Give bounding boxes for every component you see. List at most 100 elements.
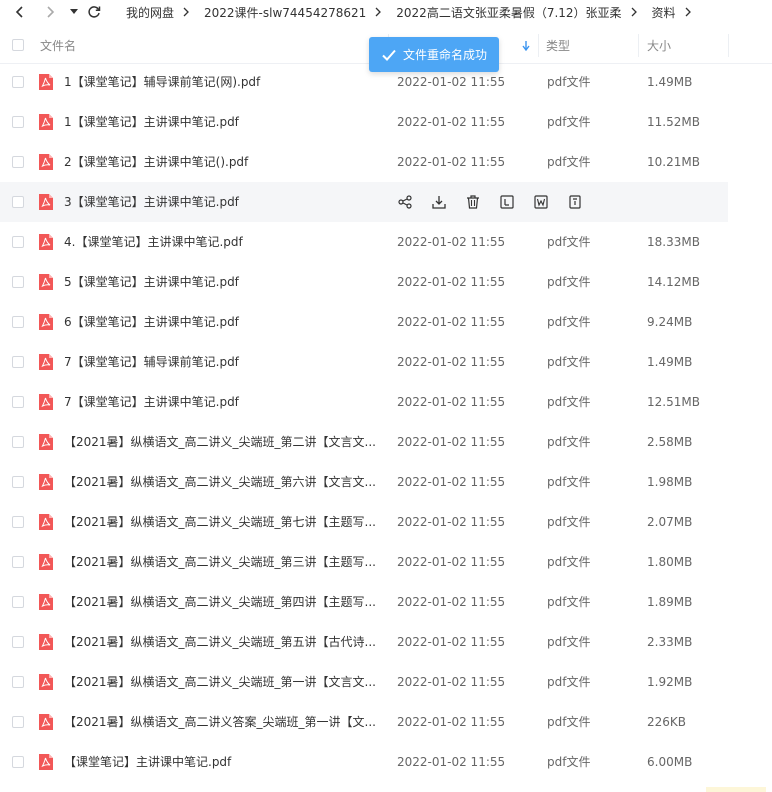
row-checkbox[interactable] <box>12 596 24 608</box>
file-row[interactable]: 【2021暑】纵横语文_高二讲义_尖端班_第一讲【文言文... 2022-01-0… <box>0 662 728 702</box>
file-size: 1.80MB <box>647 555 693 569</box>
row-checkbox[interactable] <box>12 716 24 728</box>
file-date: 2022-01-02 11:55 <box>397 235 506 249</box>
pdf-file-icon <box>38 393 54 411</box>
file-row[interactable]: 【2021暑】纵横语文_高二讲义_尖端班_第三讲【主题写... 2022-01-0… <box>0 542 728 582</box>
breadcrumb-item[interactable]: 资料 <box>644 4 684 21</box>
word-icon[interactable] <box>532 193 550 211</box>
more-icon[interactable] <box>566 193 584 211</box>
file-name[interactable]: 2【课堂笔记】主讲课中笔记().pdf <box>64 142 380 182</box>
file-row[interactable]: 1【课堂笔记】辅导课前笔记(网).pdf 2022-01-02 11:55 pdf文… <box>0 62 728 102</box>
forward-button[interactable] <box>40 2 60 22</box>
file-row[interactable]: 6【课堂笔记】主讲课中笔记.pdf 2022-01-02 11:55 pdf文件 9.… <box>0 302 728 342</box>
file-size: 9.24MB <box>647 315 693 329</box>
file-date: 2022-01-02 11:55 <box>397 315 506 329</box>
breadcrumb-item[interactable]: 2022高二语文张亚柔暑假（7.12）张亚柔 <box>388 4 629 21</box>
rename-icon[interactable] <box>498 193 516 211</box>
file-row[interactable]: 5【课堂笔记】主讲课中笔记.pdf 2022-01-02 11:55 pdf文件 14… <box>0 262 728 302</box>
row-checkbox[interactable] <box>12 516 24 528</box>
file-row[interactable]: 4.【课堂笔记】主讲课中笔记.pdf 2022-01-02 11:55 pdf文件 1… <box>0 222 728 262</box>
row-checkbox[interactable] <box>12 676 24 688</box>
file-name[interactable]: 【2021暑】纵横语文_高二讲义_尖端班_第二讲【文言文... <box>64 422 380 462</box>
row-checkbox[interactable] <box>12 276 24 288</box>
download-icon[interactable] <box>430 193 448 211</box>
file-type: pdf文件 <box>547 235 591 249</box>
file-name[interactable]: 【2021暑】纵横语文_高二讲义_尖端班_第六讲【文言文... <box>64 462 380 502</box>
arrow-down-icon <box>522 40 530 51</box>
breadcrumb-item[interactable]: 2022课件-slw74454278621 <box>196 4 374 21</box>
row-checkbox[interactable] <box>12 196 24 208</box>
file-type: pdf文件 <box>547 315 591 329</box>
history-dropdown-button[interactable] <box>64 2 84 22</box>
file-row[interactable]: 【2021暑】纵横语文_高二讲义_尖端班_第五讲【古代诗... 2022-01-0… <box>0 622 728 662</box>
file-row[interactable]: 【2021暑】纵横语文_高二讲义_尖端班_第七讲【主题写... 2022-01-0… <box>0 502 728 542</box>
file-row[interactable]: 【课堂笔记】主讲课中笔记.pdf 2022-01-02 11:55 pdf文件 6.0… <box>0 742 728 782</box>
file-row[interactable]: 【2021暑】纵横语文_高二讲义_尖端班_第四讲【主题写... 2022-01-0… <box>0 582 728 622</box>
file-type: pdf文件 <box>547 155 591 169</box>
row-checkbox[interactable] <box>12 116 24 128</box>
file-row[interactable]: 7【课堂笔记】辅导课前笔记.pdf 2022-01-02 11:55 pdf文件 1.… <box>0 342 728 382</box>
row-checkbox[interactable] <box>12 476 24 488</box>
row-checkbox[interactable] <box>12 756 24 768</box>
refresh-button[interactable] <box>84 2 104 22</box>
delete-icon[interactable] <box>464 193 482 211</box>
file-name[interactable]: 【2021暑】纵横语文_高二讲义答案_尖端班_第一讲【文... <box>64 702 380 742</box>
file-name[interactable]: 【2021暑】纵横语文_高二讲义_尖端班_第三讲【主题写... <box>64 542 380 582</box>
breadcrumb: 我的网盘 2022课件-slw74454278621 2022高二语文张亚柔暑假… <box>112 0 772 24</box>
file-name[interactable]: 7【课堂笔记】辅导课前笔记.pdf <box>64 342 380 382</box>
file-name[interactable]: 【课堂笔记】主讲课中笔记.pdf <box>64 742 380 782</box>
file-row[interactable]: 3【课堂笔记】主讲课中笔记.pdf <box>0 182 728 222</box>
file-name[interactable]: 【2021暑】纵横语文_高二讲义_尖端班_第四讲【主题写... <box>64 582 380 622</box>
row-checkbox[interactable] <box>12 436 24 448</box>
file-row[interactable]: 7【课堂笔记】主讲课中笔记.pdf 2022-01-02 11:55 pdf文件 12… <box>0 382 728 422</box>
file-size: 1.92MB <box>647 675 693 689</box>
file-date: 2022-01-02 11:55 <box>397 555 506 569</box>
row-checkbox[interactable] <box>12 356 24 368</box>
row-checkbox[interactable] <box>12 76 24 88</box>
pdf-file-icon <box>38 633 54 651</box>
pdf-file-icon <box>38 513 54 531</box>
pdf-file-icon <box>38 353 54 371</box>
pdf-file-icon <box>38 433 54 451</box>
chevron-right-icon <box>47 6 55 18</box>
file-date: 2022-01-02 11:55 <box>397 155 506 169</box>
file-row[interactable]: 【2021暑】纵横语文_高二讲义_尖端班_第二讲【文言文... 2022-01-0… <box>0 422 728 462</box>
row-checkbox[interactable] <box>12 156 24 168</box>
row-checkbox[interactable] <box>12 556 24 568</box>
file-row[interactable]: 【2021暑】纵横语文_高二讲义_尖端班_第六讲【文言文... 2022-01-0… <box>0 462 728 502</box>
file-name[interactable]: 1【课堂笔记】辅导课前笔记(网).pdf <box>64 62 380 102</box>
pdf-file-icon <box>38 73 54 91</box>
column-header-name[interactable]: 文件名 <box>40 28 76 63</box>
column-header-size[interactable]: 大小 <box>647 28 671 63</box>
file-name[interactable]: 5【课堂笔记】主讲课中笔记.pdf <box>64 262 380 302</box>
row-checkbox[interactable] <box>12 236 24 248</box>
file-size: 2.58MB <box>647 435 693 449</box>
file-name[interactable]: 【2021暑】纵横语文_高二讲义_尖端班_第七讲【主题写... <box>64 502 380 542</box>
file-name[interactable]: 4.【课堂笔记】主讲课中笔记.pdf <box>64 222 380 262</box>
file-name[interactable]: 6【课堂笔记】主讲课中笔记.pdf <box>64 302 380 342</box>
row-checkbox[interactable] <box>12 316 24 328</box>
file-row[interactable]: 2【课堂笔记】主讲课中笔记().pdf 2022-01-02 11:55 pdf文件… <box>0 142 728 182</box>
file-type: pdf文件 <box>547 595 591 609</box>
row-checkbox[interactable] <box>12 396 24 408</box>
column-header-type[interactable]: 类型 <box>546 28 570 63</box>
file-row[interactable]: 【2021暑】纵横语文_高二讲义答案_尖端班_第一讲【文... 2022-01-0… <box>0 702 728 742</box>
file-date: 2022-01-02 11:55 <box>397 435 506 449</box>
row-checkbox[interactable] <box>12 636 24 648</box>
file-name[interactable]: 1【课堂笔记】主讲课中笔记.pdf <box>64 102 380 142</box>
file-name[interactable]: 3【课堂笔记】主讲课中笔记.pdf <box>64 182 380 222</box>
file-name[interactable]: 7【课堂笔记】主讲课中笔记.pdf <box>64 382 380 422</box>
breadcrumb-item[interactable]: 我的网盘 <box>112 4 182 21</box>
file-name[interactable]: 【2021暑】纵横语文_高二讲义_尖端班_第一讲【文言文... <box>64 662 380 702</box>
share-icon[interactable] <box>396 193 414 211</box>
select-all-checkbox[interactable] <box>12 39 24 51</box>
column-divider <box>728 34 729 57</box>
file-name[interactable]: 【2021暑】纵横语文_高二讲义_尖端班_第五讲【古代诗... <box>64 622 380 662</box>
file-type: pdf文件 <box>547 355 591 369</box>
sort-button[interactable] <box>522 28 530 63</box>
pdf-file-icon <box>38 313 54 331</box>
column-divider <box>538 34 539 57</box>
file-type: pdf文件 <box>547 435 591 449</box>
back-button[interactable] <box>10 2 30 22</box>
file-row[interactable]: 1【课堂笔记】主讲课中笔记.pdf 2022-01-02 11:55 pdf文件 11… <box>0 102 728 142</box>
